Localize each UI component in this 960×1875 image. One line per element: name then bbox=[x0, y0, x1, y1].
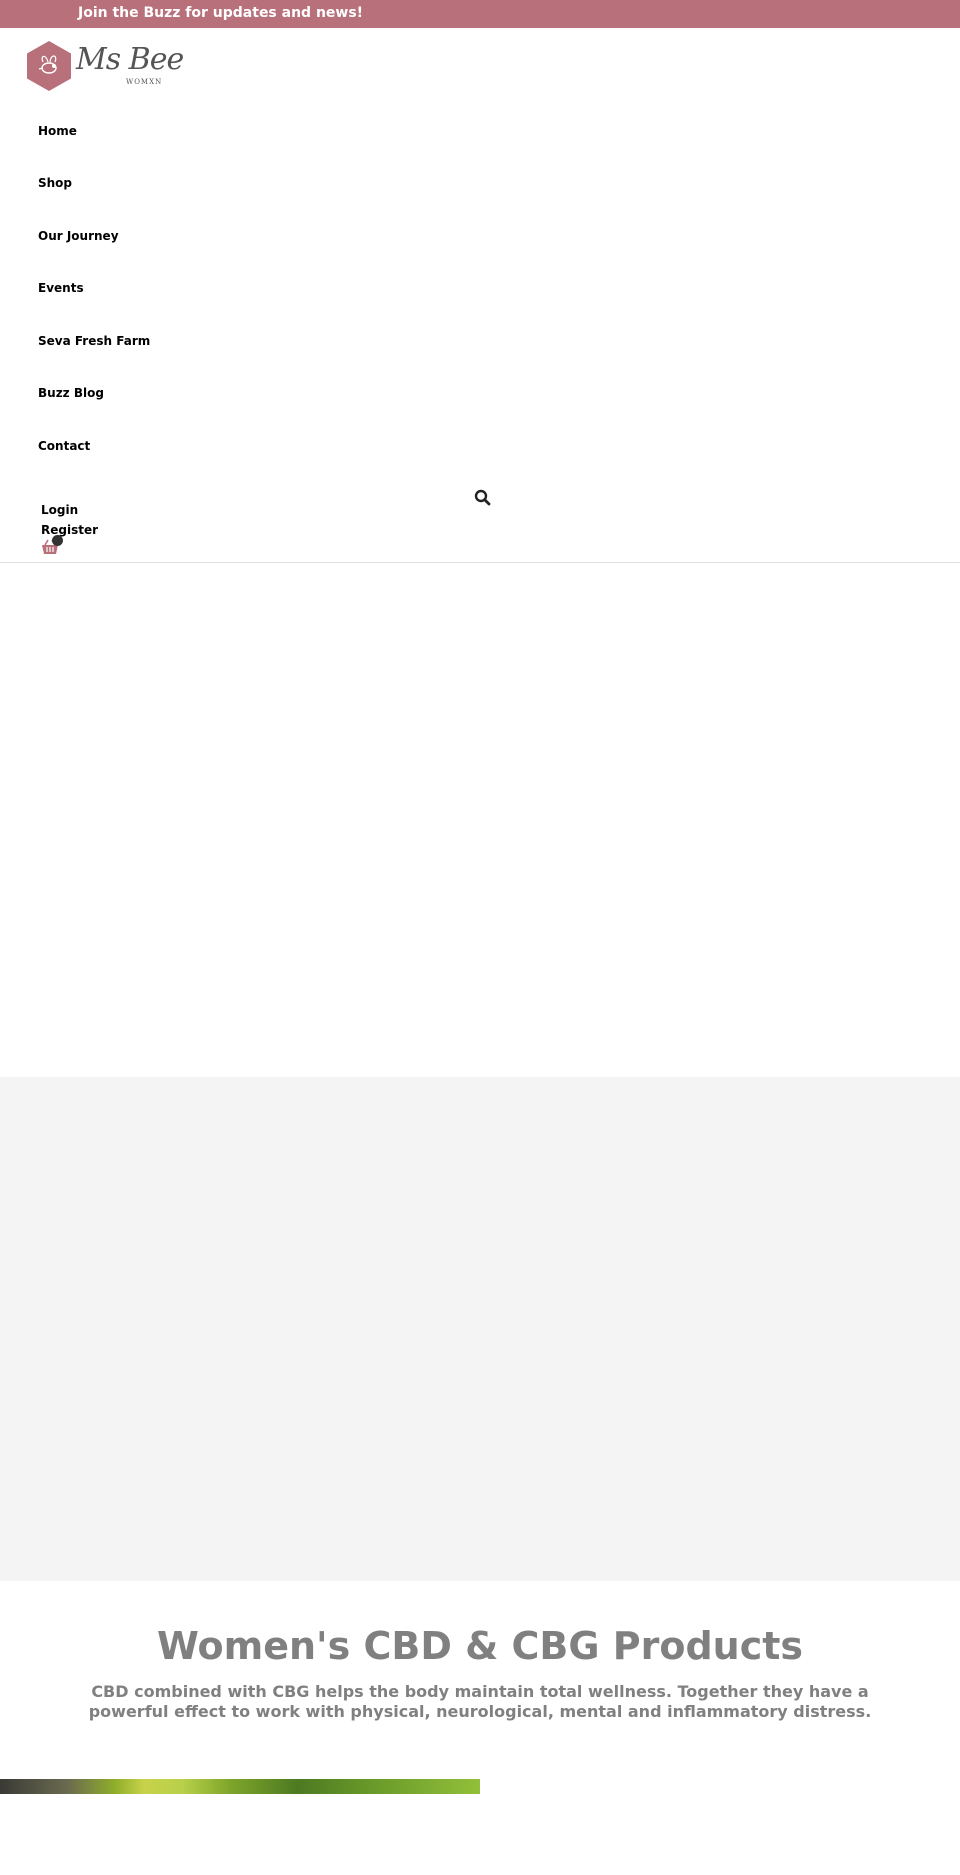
site-logo[interactable]: Ms Bee WOMXN bbox=[26, 40, 184, 94]
page-subtitle: CBD combined with CBG helps the body mai… bbox=[88, 1682, 872, 1721]
hero-placeholder bbox=[0, 1077, 960, 1581]
search-button[interactable] bbox=[474, 489, 492, 507]
page-title: Women's CBD & CBG Products bbox=[156, 1624, 804, 1668]
hexagon-bee-icon bbox=[27, 41, 71, 91]
nav-item-events[interactable]: Events bbox=[38, 281, 84, 295]
header-divider bbox=[0, 562, 960, 563]
banner-image bbox=[0, 1779, 480, 1794]
nav-item-buzz-blog[interactable]: Buzz Blog bbox=[38, 386, 104, 400]
join-buzz-link[interactable]: Join the Buzz for updates and news! bbox=[78, 5, 363, 21]
nav-item-shop[interactable]: Shop bbox=[38, 176, 72, 190]
login-link[interactable]: Login bbox=[41, 503, 78, 517]
search-icon bbox=[474, 489, 491, 506]
cart-count-badge bbox=[52, 535, 63, 546]
logo-wordmark: Ms Bee bbox=[76, 42, 184, 77]
register-link[interactable]: Register bbox=[41, 523, 98, 537]
nav-item-seva-fresh-farm[interactable]: Seva Fresh Farm bbox=[38, 334, 150, 348]
nav-item-our-journey[interactable]: Our Journey bbox=[38, 229, 119, 243]
nav-item-home[interactable]: Home bbox=[38, 124, 77, 138]
logo-subtext: WOMXN bbox=[126, 78, 163, 86]
announcement-bar: Join the Buzz for updates and news! bbox=[0, 0, 960, 28]
nav-item-contact[interactable]: Contact bbox=[38, 439, 90, 453]
